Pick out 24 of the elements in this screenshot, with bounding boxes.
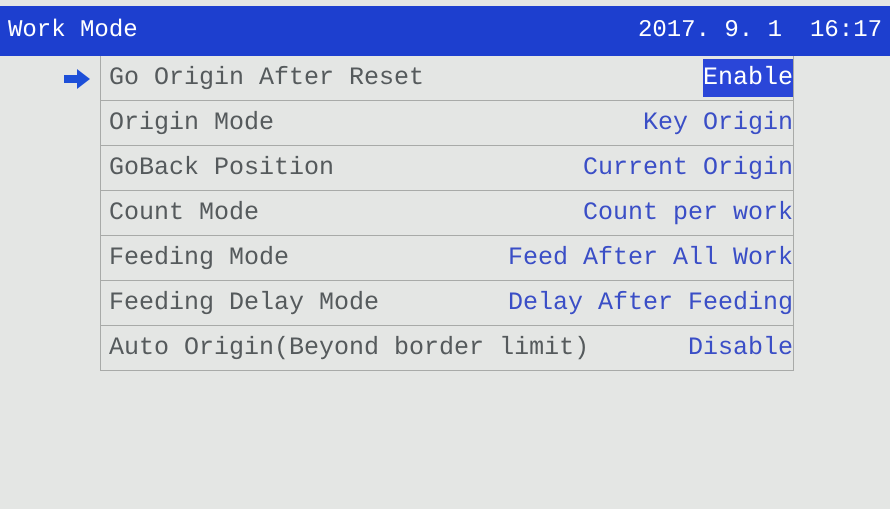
setting-value: Enable bbox=[702, 59, 793, 97]
setting-label: Go Origin After Reset bbox=[109, 62, 424, 94]
setting-value: Disable bbox=[688, 332, 793, 364]
settings-row[interactable]: GoBack Position Current Origin bbox=[100, 146, 794, 191]
setting-label: Count Mode bbox=[109, 197, 260, 230]
setting-label: GoBack Position bbox=[109, 152, 334, 184]
settings-row[interactable]: Go Origin After Reset Enable bbox=[100, 56, 794, 101]
settings-row[interactable]: Feeding Mode Feed After All Work bbox=[100, 236, 794, 281]
setting-label: Auto Origin(Beyond border limit) bbox=[109, 332, 590, 364]
setting-value: Count per work bbox=[582, 197, 793, 230]
setting-value: Current Origin bbox=[582, 152, 793, 184]
setting-value: Delay After Feeding bbox=[508, 287, 793, 320]
setting-label: Feeding Delay Mode bbox=[109, 287, 380, 320]
setting-value: Feed After All Work bbox=[508, 242, 793, 274]
setting-value: Key Origin bbox=[642, 107, 793, 140]
setting-label: Origin Mode bbox=[109, 107, 274, 140]
date-text: 2017. 9. 1 bbox=[638, 16, 782, 46]
settings-row[interactable]: Feeding Delay Mode Delay After Feeding bbox=[100, 281, 794, 326]
setting-label: Feeding Mode bbox=[109, 242, 290, 274]
screen-title: Work Mode bbox=[8, 16, 138, 46]
settings-row[interactable]: Auto Origin(Beyond border limit) Disable bbox=[100, 326, 794, 371]
settings-row[interactable]: Count Mode Count per work bbox=[100, 191, 794, 236]
time-text: 16:17 bbox=[810, 16, 882, 46]
settings-row[interactable]: Origin Mode Key Origin bbox=[100, 101, 794, 146]
